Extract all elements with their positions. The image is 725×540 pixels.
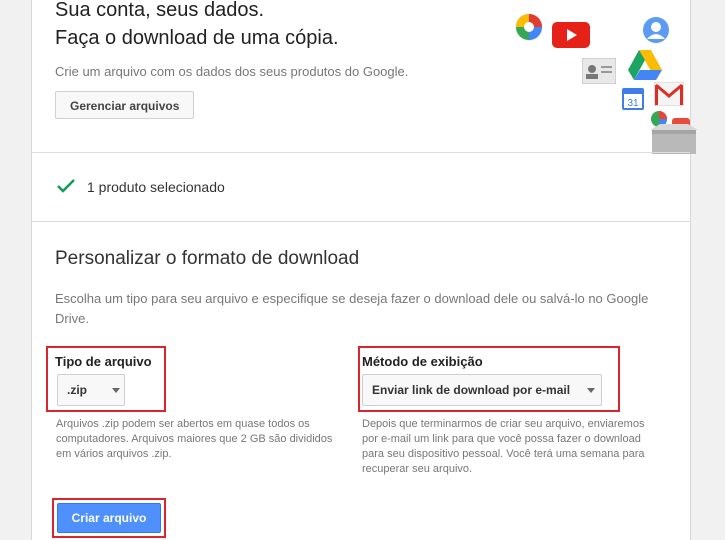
file-type-help: Arquivos .zip podem ser abertos em quase… — [56, 418, 333, 460]
gmail-icon — [654, 82, 684, 106]
delivery-method-value: Enviar link de download por e-mail — [372, 383, 571, 397]
section-divider — [32, 221, 690, 222]
youtube-icon — [552, 22, 590, 48]
file-type-value: .zip — [67, 383, 87, 397]
drive-icon — [628, 50, 662, 80]
products-illustration: 31 — [502, 8, 698, 154]
file-type-label: Tipo de arquivo — [55, 354, 152, 369]
chevron-down-icon — [587, 388, 595, 393]
archive-box-icon — [650, 124, 698, 154]
file-type-select[interactable]: .zip — [57, 374, 125, 406]
contacts-icon — [582, 58, 616, 84]
delivery-method-help: Depois que terminarmos de criar seu arqu… — [362, 418, 645, 475]
picasa-icon — [515, 13, 543, 41]
format-description: Escolha um tipo para seu arquivo e espec… — [55, 291, 649, 326]
create-archive-button[interactable]: Criar arquivo — [57, 503, 161, 533]
check-icon — [57, 179, 75, 193]
takeout-card: Sua conta, seus dados. Faça o download d… — [31, 0, 698, 540]
calendar-day-label: 31 — [627, 98, 639, 109]
delivery-method-label: Método de exibição — [362, 354, 483, 369]
delivery-method-select[interactable]: Enviar link de download por e-mail — [362, 374, 602, 406]
calendar-icon: 31 — [622, 88, 644, 110]
page-subtitle: Crie um arquivo com os dados dos seus pr… — [55, 64, 409, 79]
selected-products-text: 1 produto selecionado — [87, 179, 225, 195]
section-divider — [32, 152, 690, 153]
format-heading: Personalizar o formato de download — [55, 248, 360, 269]
page-title: Sua conta, seus dados. Faça o download d… — [55, 0, 339, 49]
profile-icon — [643, 17, 669, 43]
chevron-down-icon — [112, 388, 120, 393]
manage-archives-button[interactable]: Gerenciar arquivos — [55, 91, 195, 119]
